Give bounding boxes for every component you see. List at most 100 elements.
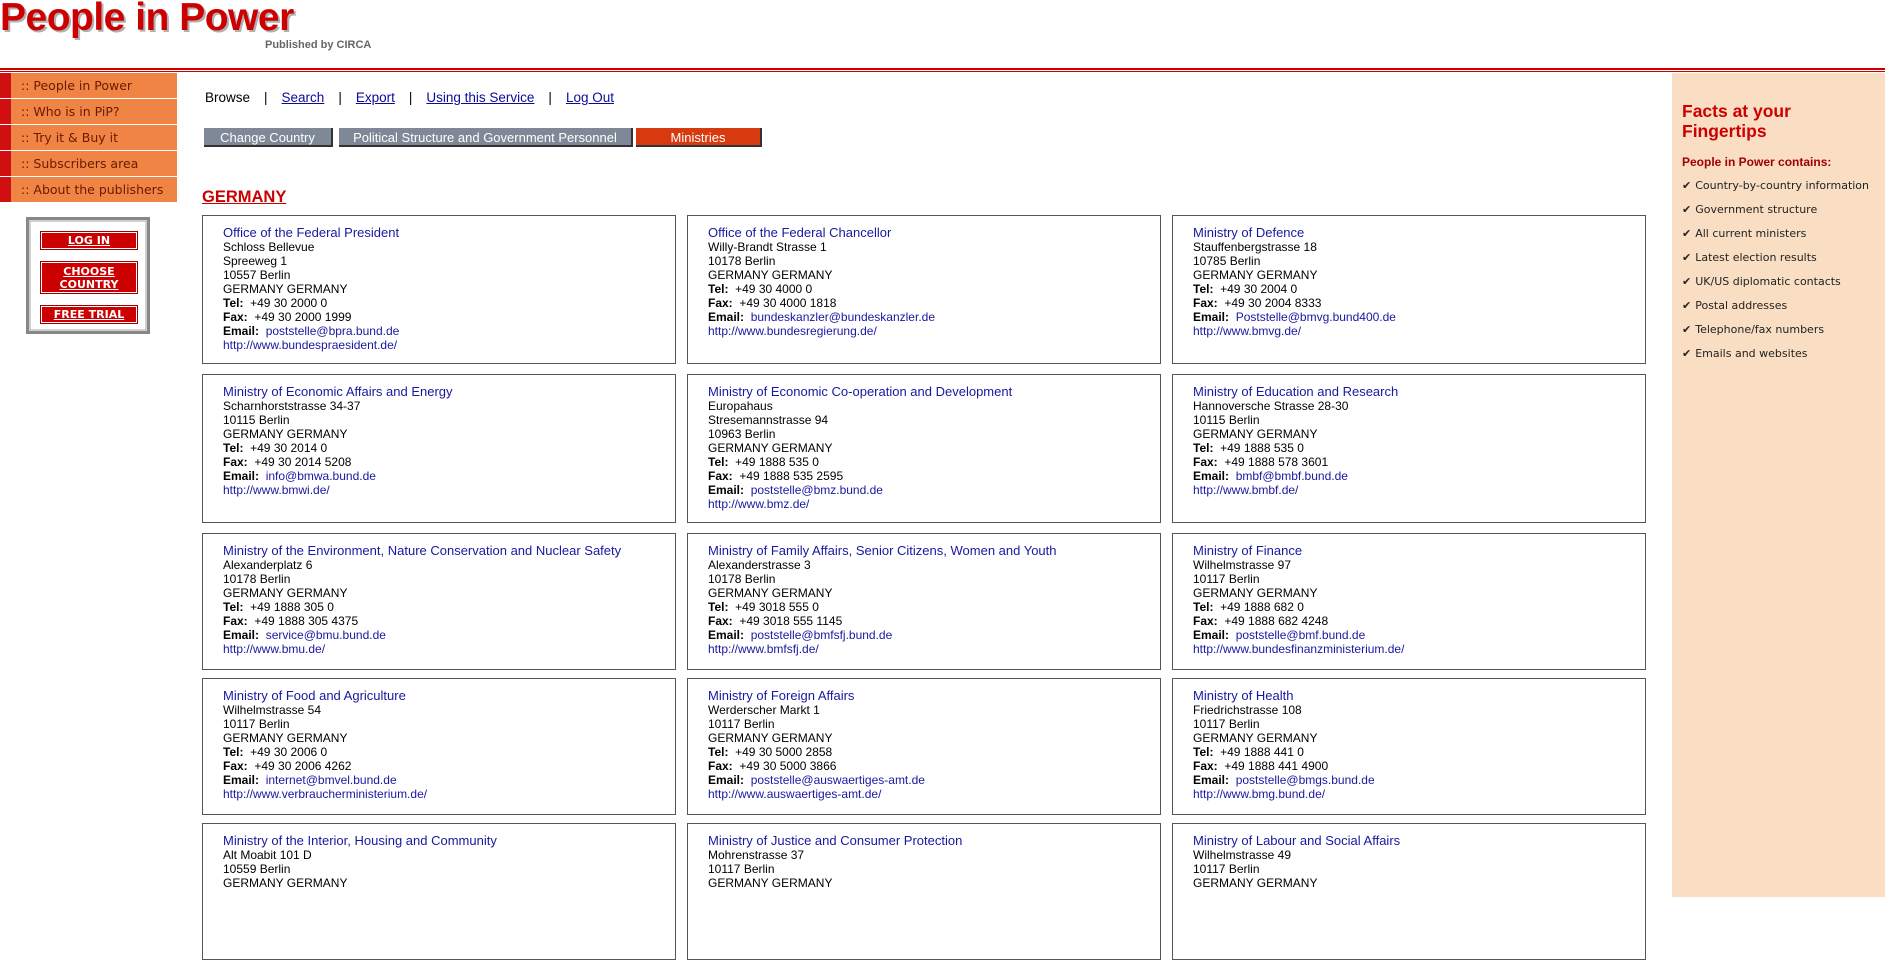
address-line: Hannoversche Strasse 28-30 [1193,399,1349,413]
checkmark-icon: ✔ [1682,203,1692,216]
tab-change-country[interactable]: Change Country [204,128,333,147]
ministry-name[interactable]: Ministry of the Interior, Housing and Co… [223,833,675,848]
logout-link[interactable]: Log Out [566,90,614,105]
address-line: Willy-Brandt Strasse 1 [708,240,827,254]
email-link[interactable]: poststelle@auswaertiges-amt.de [751,773,925,787]
using-service-link[interactable]: Using this Service [426,90,534,105]
nav-item-people-in-power[interactable]: :: People in Power [0,73,177,98]
tel-line: Tel: +49 1888 441 0 [1193,745,1304,759]
address-line: 10117 Berlin [1193,717,1260,731]
ministry-card: Ministry of Defence Stauffenbergstrasse 1… [1172,215,1646,364]
nav-item-try-buy[interactable]: :: Try it & Buy it [0,125,177,150]
address-line: 10557 Berlin [223,268,291,282]
tel-line: Tel: +49 30 5000 2858 [708,745,833,759]
email-link[interactable]: poststelle@bmgs.bund.de [1236,773,1375,787]
fax-line: Fax: +49 3018 555 1145 [708,614,843,628]
address-line: 10178 Berlin [708,254,776,268]
tel-line: Tel: +49 30 2004 0 [1193,282,1298,296]
header-divider-thin [0,71,1885,72]
email-link[interactable]: poststelle@bmfsfj.bund.de [751,628,893,642]
ministry-name[interactable]: Ministry of Economic Co-operation and De… [708,384,1160,399]
ministry-name[interactable]: Office of the Federal President [223,225,675,240]
ministry-name[interactable]: Ministry of Justice and Consumer Protect… [708,833,1160,848]
nav-item-subscribers[interactable]: :: Subscribers area [0,151,177,176]
ministry-card: Ministry of the Environment, Nature Cons… [202,533,676,670]
checkmark-icon: ✔ [1682,299,1692,312]
choose-country-button[interactable]: CHOOSE COUNTRY [40,261,138,294]
email-line: Email: poststelle@bmz.bund.de [708,483,883,497]
address-line: Stauffenbergstrasse 18 [1193,240,1317,254]
email-link[interactable]: internet@bmvel.bund.de [266,773,397,787]
website-link[interactable]: http://www.bundespraesident.de/ [223,338,397,352]
address-line: GERMANY GERMANY [708,268,833,282]
browse-label: Browse [205,90,251,105]
facts-item: ✔ Telephone/fax numbers [1682,323,1825,336]
checkmark-icon: ✔ [1682,179,1692,192]
website-link[interactable]: http://www.bmg.bund.de/ [1193,787,1325,801]
nav-item-who-is-in-pip[interactable]: :: Who is in PiP? [0,99,177,124]
tel-line: Tel: +49 3018 555 0 [708,600,819,614]
website-link[interactable]: http://www.auswaertiges-amt.de/ [708,787,881,801]
address-line: Stresemannstrasse 94 [708,413,829,427]
export-link[interactable]: Export [356,90,395,105]
ministry-card: Ministry of Food and Agriculture Wilhelms… [202,678,676,815]
checkmark-icon: ✔ [1682,347,1692,360]
email-line: Email: bmbf@bmbf.bund.de [1193,469,1348,483]
ministry-card: Office of the Federal President Schloss B… [202,215,676,364]
country-title[interactable]: GERMANY [202,188,286,207]
website-link[interactable]: http://www.bmu.de/ [223,642,325,656]
address-line: Spreeweg 1 [223,254,288,268]
website-link[interactable]: http://www.verbraucherministerium.de/ [223,787,427,801]
email-link[interactable]: info@bmwa.bund.de [266,469,376,483]
ministry-name[interactable]: Ministry of Family Affairs, Senior Citiz… [708,543,1160,558]
email-link[interactable]: service@bmu.bund.de [266,628,386,642]
logo-subtitle: Published by CIRCA [265,39,372,51]
fax-line: Fax: +49 30 2014 5208 [223,455,352,469]
address-line: Schloss Bellevue [223,240,315,254]
login-button[interactable]: LOG IN [40,231,138,250]
tab-ministries[interactable]: Ministries [636,128,762,147]
tel-line: Tel: +49 1888 682 0 [1193,600,1304,614]
email-link[interactable]: Poststelle@bmvg.bund400.de [1236,310,1396,324]
website-link[interactable]: http://www.bmfsfj.de/ [708,642,819,656]
fax-line: Fax: +49 30 2004 8333 [1193,296,1322,310]
address-line: Wilhelmstrasse 97 [1193,558,1292,572]
ministry-name[interactable]: Ministry of Economic Affairs and Energy [223,384,675,399]
website-link[interactable]: http://www.bundesfinanzministerium.de/ [1193,642,1404,656]
ministry-name[interactable]: Ministry of Defence [1193,225,1645,240]
logo[interactable]: People in Power [0,0,294,40]
tel-line: Tel: +49 30 2000 0 [223,296,328,310]
address-line: GERMANY GERMANY [708,876,833,890]
address-line: 10963 Berlin [708,427,776,441]
address-line: 10117 Berlin [223,717,290,731]
ministry-name[interactable]: Ministry of Health [1193,688,1645,703]
ministry-name[interactable]: Ministry of Foreign Affairs [708,688,1160,703]
ministry-name[interactable]: Ministry of the Environment, Nature Cons… [223,543,675,558]
email-link[interactable]: bmbf@bmbf.bund.de [1236,469,1348,483]
ministry-name[interactable]: Office of the Federal Chancellor [708,225,1160,240]
website-link[interactable]: http://www.bmbf.de/ [1193,483,1298,497]
ministry-name[interactable]: Ministry of Education and Research [1193,384,1645,399]
email-link[interactable]: poststelle@bmf.bund.de [1236,628,1366,642]
website-link[interactable]: http://www.bmwi.de/ [223,483,330,497]
facts-item: ✔ UK/US diplomatic contacts [1682,275,1841,288]
address-line: Mohrenstrasse 37 [708,848,805,862]
website-link[interactable]: http://www.bmz.de/ [708,497,809,511]
tel-line: Tel: +49 1888 535 0 [708,455,819,469]
facts-item: ✔ Emails and websites [1682,347,1808,360]
tab-political-structure[interactable]: Political Structure and Government Perso… [339,128,633,147]
email-link[interactable]: poststelle@bmz.bund.de [751,483,883,497]
nav-item-about-publishers[interactable]: :: About the publishers [0,177,177,202]
free-trial-button[interactable]: FREE TRIAL [40,305,138,324]
website-link[interactable]: http://www.bundesregierung.de/ [708,324,877,338]
search-link[interactable]: Search [282,90,325,105]
facts-subtitle: People in Power contains: [1682,155,1832,169]
email-link[interactable]: poststelle@bpra.bund.de [266,324,400,338]
ministry-name[interactable]: Ministry of Food and Agriculture [223,688,675,703]
website-link[interactable]: http://www.bmvg.de/ [1193,324,1301,338]
ministry-name[interactable]: Ministry of Finance [1193,543,1645,558]
ministry-name[interactable]: Ministry of Labour and Social Affairs [1193,833,1645,848]
address-line: GERMANY GERMANY [223,586,348,600]
address-line: GERMANY GERMANY [1193,586,1318,600]
email-link[interactable]: bundeskanzler@bundeskanzler.de [751,310,935,324]
